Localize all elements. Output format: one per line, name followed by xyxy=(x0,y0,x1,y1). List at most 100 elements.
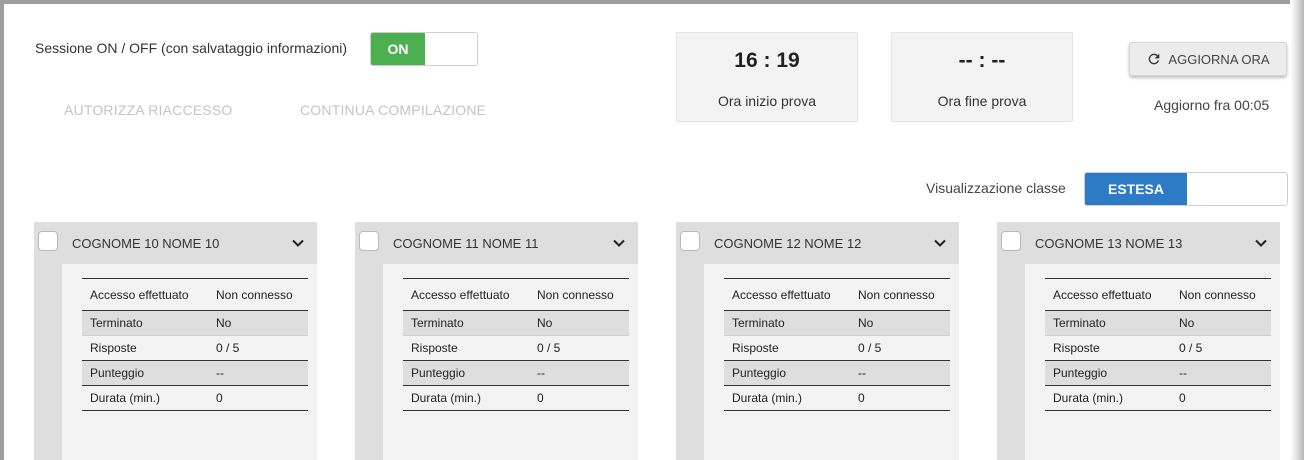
start-time-label: Ora inizio prova xyxy=(717,93,817,109)
student-card-header: COGNOME 11 NOME 11 xyxy=(355,222,638,264)
detail-value: -- xyxy=(1179,366,1187,380)
start-time-box: 16 : 19 Ora inizio prova xyxy=(676,32,858,122)
chevron-down-icon[interactable] xyxy=(933,236,947,250)
detail-key: Durata (min.) xyxy=(90,391,161,405)
student-card-body: Accesso effettuato Non connesso Terminato N… xyxy=(1025,264,1280,460)
detail-key: Accesso effettuato xyxy=(1053,287,1152,302)
continue-compilation-button[interactable]: CONTINUA COMPILAZIONE xyxy=(300,102,486,118)
detail-key: Durata (min.) xyxy=(411,391,482,405)
student-detail-row: Risposte 0 / 5 xyxy=(724,335,950,361)
student-detail-row: Accesso effettuato Non connesso xyxy=(403,278,629,311)
detail-key: Risposte xyxy=(90,341,137,355)
detail-key: Risposte xyxy=(411,341,458,355)
view-mode-toggle[interactable]: ESTESA xyxy=(1084,172,1288,206)
detail-key: Terminato xyxy=(732,316,785,330)
student-card-body: Accesso effettuato Non connesso Terminato N… xyxy=(62,264,317,460)
detail-key: Durata (min.) xyxy=(1053,391,1124,405)
student-card-body: Accesso effettuato Non connesso Terminato N… xyxy=(383,264,638,460)
student-detail-row: Accesso effettuato Non connesso xyxy=(82,278,308,311)
student-detail-row: Accesso effettuato Non connesso xyxy=(1045,278,1271,311)
window-frame-left xyxy=(0,0,4,460)
detail-key: Punteggio xyxy=(732,366,787,380)
student-detail-table: Accesso effettuato Non connesso Terminato N… xyxy=(82,278,308,411)
student-detail-row: Durata (min.) 0 xyxy=(82,385,308,411)
student-detail-row: Durata (min.) 0 xyxy=(724,385,950,411)
student-detail-row: Terminato No xyxy=(403,310,629,336)
detail-value: Non connesso xyxy=(858,287,935,302)
student-card-header: COGNOME 10 NOME 10 xyxy=(34,222,317,264)
student-name: COGNOME 12 NOME 12 xyxy=(714,236,862,251)
student-card: COGNOME 11 NOME 11 Accesso effettuato Non … xyxy=(355,222,638,460)
start-time-value: 16 : 19 xyxy=(734,49,800,72)
detail-value: Non connesso xyxy=(1179,287,1256,302)
student-checkbox[interactable] xyxy=(680,231,700,251)
authorize-reaccess-button[interactable]: AUTORIZZA RIACCESSO xyxy=(64,102,232,118)
detail-value: 0 / 5 xyxy=(216,341,240,355)
student-detail-row: Accesso effettuato Non connesso xyxy=(724,278,950,311)
detail-key: Terminato xyxy=(90,316,143,330)
detail-value: 0 / 5 xyxy=(1179,341,1203,355)
student-name: COGNOME 11 NOME 11 xyxy=(393,236,539,251)
end-time-value: -- : -- xyxy=(958,49,1006,72)
student-detail-row: Durata (min.) 0 xyxy=(403,385,629,411)
student-detail-row: Terminato No xyxy=(1045,310,1271,336)
detail-value: 0 xyxy=(537,391,544,405)
detail-key: Terminato xyxy=(1053,316,1106,330)
detail-value: -- xyxy=(858,366,866,380)
student-detail-row: Risposte 0 / 5 xyxy=(1045,335,1271,361)
student-detail-row: Punteggio -- xyxy=(1045,360,1271,386)
window-frame-right xyxy=(1290,0,1304,460)
detail-key: Risposte xyxy=(1053,341,1100,355)
session-toggle-on: ON xyxy=(371,33,425,65)
detail-key: Risposte xyxy=(732,341,779,355)
view-mode-label: Visualizzazione classe xyxy=(926,180,1066,196)
student-detail-row: Terminato No xyxy=(724,310,950,336)
detail-value: 0 xyxy=(216,391,223,405)
window-frame-top xyxy=(0,0,1304,4)
detail-value: Non connesso xyxy=(216,287,293,302)
chevron-down-icon[interactable] xyxy=(612,236,626,250)
detail-value: No xyxy=(1179,316,1195,330)
student-detail-row: Durata (min.) 0 xyxy=(1045,385,1271,411)
student-detail-row: Punteggio -- xyxy=(82,360,308,386)
detail-value: 0 / 5 xyxy=(537,341,561,355)
end-time-box: -- : -- Ora fine prova xyxy=(891,32,1073,122)
detail-key: Punteggio xyxy=(1053,366,1108,380)
refresh-countdown: Aggiorno fra 00:05 xyxy=(1154,97,1270,113)
refresh-icon xyxy=(1149,53,1160,65)
student-detail-row: Terminato No xyxy=(82,310,308,336)
student-detail-row: Punteggio -- xyxy=(403,360,629,386)
student-card: COGNOME 12 NOME 12 Accesso effettuato Non … xyxy=(676,222,959,460)
student-card: COGNOME 10 NOME 10 Accesso effettuato Non … xyxy=(34,222,317,460)
chevron-down-icon[interactable] xyxy=(1254,236,1268,250)
session-label: Sessione ON / OFF (con salvataggio infor… xyxy=(35,40,348,56)
detail-value: No xyxy=(216,316,232,330)
chevron-down-icon[interactable] xyxy=(291,236,305,250)
student-checkbox[interactable] xyxy=(38,231,58,251)
student-checkbox[interactable] xyxy=(359,231,379,251)
detail-key: Punteggio xyxy=(411,366,466,380)
student-name: COGNOME 13 NOME 13 xyxy=(1035,236,1183,251)
student-card-header: COGNOME 12 NOME 12 xyxy=(676,222,959,264)
end-time-label: Ora fine prova xyxy=(937,93,1027,109)
detail-key: Accesso effettuato xyxy=(411,287,510,302)
session-toggle[interactable]: ON xyxy=(370,32,478,66)
refresh-time-button[interactable]: AGGIORNA ORA xyxy=(1129,42,1287,76)
detail-key: Accesso effettuato xyxy=(90,287,189,302)
student-detail-row: Risposte 0 / 5 xyxy=(403,335,629,361)
detail-key: Durata (min.) xyxy=(732,391,803,405)
student-card-body: Accesso effettuato Non connesso Terminato N… xyxy=(704,264,959,460)
student-detail-table: Accesso effettuato Non connesso Terminato N… xyxy=(724,278,950,411)
detail-key: Terminato xyxy=(411,316,464,330)
detail-value: 0 xyxy=(858,391,865,405)
student-detail-table: Accesso effettuato Non connesso Terminato N… xyxy=(403,278,629,411)
detail-value: No xyxy=(858,316,874,330)
detail-key: Punteggio xyxy=(90,366,145,380)
view-mode-selected: ESTESA xyxy=(1085,173,1187,205)
detail-value: Non connesso xyxy=(537,287,614,302)
student-checkbox[interactable] xyxy=(1001,231,1021,251)
detail-key: Accesso effettuato xyxy=(732,287,831,302)
student-detail-row: Risposte 0 / 5 xyxy=(82,335,308,361)
student-card-header: COGNOME 13 NOME 13 xyxy=(997,222,1280,264)
detail-value: -- xyxy=(537,366,545,380)
